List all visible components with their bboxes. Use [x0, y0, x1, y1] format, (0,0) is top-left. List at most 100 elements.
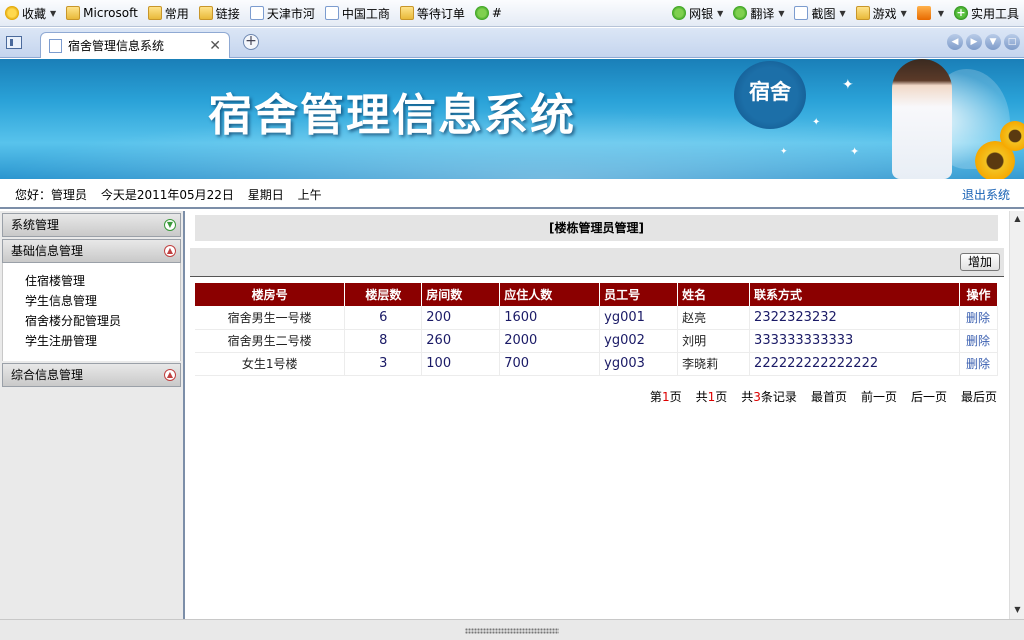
menu-section-comprehensive[interactable]: 综合信息管理 ▲	[2, 363, 181, 387]
column-header: 联系方式	[749, 283, 960, 306]
favorite-link-icbc[interactable]: 中国工商	[320, 0, 395, 27]
cell-floors: 8	[344, 329, 423, 353]
resize-grip[interactable]	[465, 628, 559, 634]
folder-icon	[66, 6, 81, 20]
chevron-down-icon: ▼	[778, 8, 785, 18]
maximize-icon[interactable]: □	[1004, 34, 1020, 50]
page-icon	[49, 38, 62, 53]
chevron-down-icon: ▼	[839, 8, 846, 18]
toolbar-screenshot[interactable]: 截图 ▼	[789, 0, 850, 27]
delete-link[interactable]: 删除	[959, 306, 999, 330]
favorite-label: 等待订单	[416, 6, 465, 21]
cell-name: 赵亮	[677, 306, 751, 330]
menu-item-student-register[interactable]: 学生注册管理	[25, 331, 180, 351]
favorite-link-tianjin[interactable]: 天津市河	[245, 0, 320, 27]
favorite-link-orders[interactable]: 等待订单	[395, 0, 470, 27]
favorite-label: #	[491, 6, 502, 20]
sidebar-toggle-icon[interactable]	[6, 36, 22, 49]
cell-rooms: 200	[421, 306, 501, 330]
chevron-down-icon[interactable]: ▼	[985, 34, 1001, 50]
favorite-link-microsoft[interactable]: Microsoft	[61, 0, 143, 27]
toolbar-app[interactable]: ▼	[912, 0, 949, 27]
cell-employee-id: yg003	[599, 352, 679, 376]
add-button[interactable]: 增加	[960, 253, 1000, 271]
toolbar-tools[interactable]: + 实用工具	[949, 0, 1024, 27]
toolbar-label: 网银	[689, 6, 714, 21]
collapse-icon: ▲	[164, 245, 176, 257]
favorite-label: 常用	[164, 6, 189, 21]
column-header: 楼房号	[195, 283, 346, 306]
column-header: 员工号	[599, 283, 679, 306]
translate-icon	[733, 6, 748, 20]
logout-link[interactable]: 退出系统	[962, 186, 1010, 203]
sparkle-icon: ✦	[780, 147, 788, 157]
favorite-label: 中国工商	[341, 6, 390, 21]
content-toolbar: 增加	[190, 248, 1004, 277]
forward-icon[interactable]: ▶	[966, 34, 982, 50]
favorite-link-common[interactable]: 常用	[143, 0, 194, 27]
toolbar-label: 截图	[811, 6, 836, 21]
favorite-link-links[interactable]: 链接	[194, 0, 245, 27]
close-icon[interactable]: ✕	[209, 38, 221, 54]
cell-building: 女生1号楼	[195, 352, 346, 376]
toolbar-games[interactable]: 游戏 ▼	[851, 0, 912, 27]
favorite-label: 天津市河	[266, 6, 315, 21]
toolbar-label: 游戏	[872, 6, 897, 21]
toolbar-netbank[interactable]: 网银 ▼	[667, 0, 728, 27]
sunflower-icon	[1000, 121, 1024, 151]
system-title: 宿舍管理信息系统	[208, 90, 576, 141]
scroll-down-icon[interactable]: ▼	[1012, 605, 1023, 616]
cell-capacity: 2000	[499, 329, 601, 353]
browser-status-bar	[0, 619, 1024, 640]
column-header: 楼层数	[344, 283, 423, 306]
menu-item-student-info[interactable]: 学生信息管理	[25, 291, 180, 311]
cell-rooms: 100	[421, 352, 501, 376]
delete-link[interactable]: 删除	[959, 329, 999, 353]
back-icon[interactable]: ◀	[947, 34, 963, 50]
table-row: 宿舍男生二号楼 8 260 2000 yg002 刘明 333333333333…	[195, 329, 999, 353]
tab-dormitory-system[interactable]: 宿舍管理信息系统 ✕	[40, 32, 230, 58]
scroll-up-icon[interactable]: ▲	[1012, 214, 1023, 225]
cell-contact: 222222222222222	[749, 352, 960, 376]
new-tab-icon[interactable]: +	[243, 34, 259, 50]
menu-item-dorm-building[interactable]: 住宿楼管理	[25, 271, 180, 291]
current-weekday: 星期日	[247, 188, 284, 202]
vertical-scrollbar[interactable]: ▲ ▼	[1009, 211, 1024, 619]
cell-floors: 3	[344, 352, 423, 376]
toolbar-label: 实用工具	[970, 6, 1019, 21]
cell-building: 宿舍男生一号楼	[195, 306, 346, 330]
favorites-menu[interactable]: 收藏 ▼	[0, 0, 61, 27]
menu-section-system[interactable]: 系统管理 ▼	[2, 213, 181, 237]
menu-submenu: 住宿楼管理 学生信息管理 宿舍楼分配管理员 学生注册管理	[2, 263, 181, 361]
toolbar-translate[interactable]: 翻译 ▼	[728, 0, 789, 27]
first-page-link[interactable]: 最首页	[811, 388, 847, 405]
pager-text: 共	[741, 390, 754, 404]
collapse-icon: ▲	[164, 369, 176, 381]
sparkle-icon: ✦	[842, 77, 854, 93]
cell-contact: 333333333333	[749, 329, 960, 353]
favorite-link-hash[interactable]: #	[470, 0, 507, 27]
pagination: 第1页 共1页 共3条记录 最首页 前一页 后一页 最后页	[650, 388, 997, 405]
expand-icon: ▼	[164, 219, 176, 231]
current-period: 上午	[297, 188, 322, 202]
cell-employee-id: yg001	[599, 306, 679, 330]
menu-section-label: 基础信息管理	[11, 244, 84, 258]
menu-item-building-admin[interactable]: 宿舍楼分配管理员	[25, 311, 180, 331]
angel-figure	[892, 59, 952, 179]
last-page-link[interactable]: 最后页	[961, 388, 997, 405]
main-content: [楼栋管理员管理] 增加 楼房号 楼层数 房间数 应住人数 员工号 姓名 联系方…	[187, 211, 1009, 619]
cell-name: 刘明	[677, 329, 751, 353]
menu-section-basic-info[interactable]: 基础信息管理 ▲	[2, 239, 181, 263]
screenshot-icon	[794, 6, 809, 20]
cell-capacity: 700	[499, 352, 601, 376]
prev-page-link[interactable]: 前一页	[861, 388, 897, 405]
delete-link[interactable]: 删除	[959, 352, 999, 376]
tab-label: 宿舍管理信息系统	[68, 39, 165, 53]
star-icon	[5, 6, 19, 20]
admin-table: 楼房号 楼层数 房间数 应住人数 员工号 姓名 联系方式 操作 宿舍男生一号楼 …	[195, 283, 999, 376]
cell-rooms: 260	[421, 329, 501, 353]
menu-section-label: 系统管理	[11, 218, 60, 232]
folder-icon	[147, 6, 162, 20]
pager-text: 第	[649, 390, 662, 404]
next-page-link[interactable]: 后一页	[911, 388, 947, 405]
